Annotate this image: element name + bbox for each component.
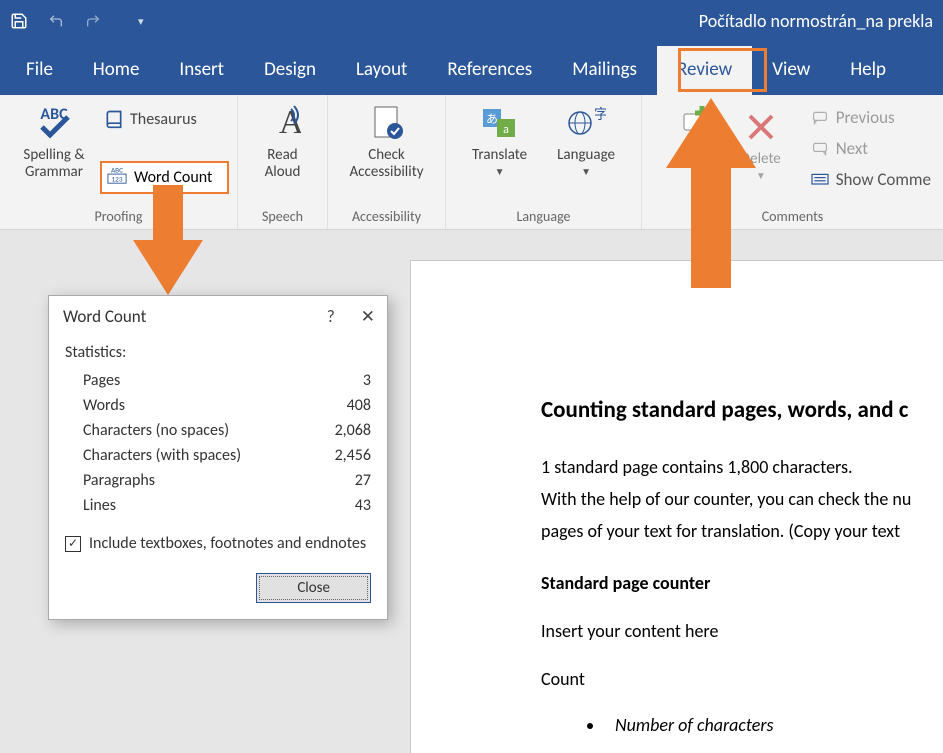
checkbox-label: Include textboxes, footnotes and endnote… <box>89 534 366 553</box>
spelling-grammar-icon: ABC <box>32 103 76 143</box>
undo-icon[interactable] <box>46 13 66 29</box>
qat-dropdown-icon[interactable]: ▾ <box>138 15 144 28</box>
group-comments-label: Comments <box>642 206 943 225</box>
doc-paragraph: 1 standard page contains 1,800 character… <box>541 454 943 480</box>
quick-access-toolbar: ▾ <box>10 12 144 30</box>
ribbon: ABC Spelling & Grammar Thesaurus ABC123 … <box>0 95 943 230</box>
tab-review[interactable]: Review <box>657 46 752 95</box>
stat-row-lines: Lines43 <box>65 493 371 518</box>
thesaurus-label: Thesaurus <box>130 110 197 129</box>
svg-text:a: a <box>503 123 509 137</box>
svg-text:あ: あ <box>486 112 498 127</box>
spelling-grammar-label: Spelling & Grammar <box>23 147 84 180</box>
previous-comment-button[interactable]: Previous <box>806 105 899 130</box>
show-comments-icon <box>810 172 830 188</box>
list-item: Number of characters <box>605 714 943 736</box>
tab-view[interactable]: View <box>752 46 830 95</box>
help-icon[interactable]: ? <box>327 306 335 327</box>
tab-mailings[interactable]: Mailings <box>552 46 657 95</box>
tab-insert[interactable]: Insert <box>159 46 244 95</box>
group-accessibility: Check Accessibility Accessibility <box>328 95 446 229</box>
delete-comment-button[interactable]: Delete ▼ <box>735 105 787 183</box>
delete-comment-label: Delete <box>741 151 781 168</box>
redo-icon[interactable] <box>84 13 102 29</box>
group-speech-label: Speech <box>246 206 319 225</box>
stat-row-pages: Pages3 <box>65 368 371 393</box>
group-speech: A Read Aloud Speech <box>238 95 328 229</box>
doc-paragraph: Count <box>541 666 943 692</box>
chevron-down-icon: ▼ <box>756 170 766 181</box>
group-accessibility-label: Accessibility <box>336 206 437 225</box>
read-aloud-button[interactable]: A Read Aloud <box>259 101 307 182</box>
delete-comment-icon <box>744 107 778 147</box>
check-accessibility-icon <box>369 103 405 143</box>
language-label: Language <box>557 147 615 164</box>
doc-list: Number of characters Number of character… <box>541 714 943 753</box>
spelling-grammar-button[interactable]: ABC Spelling & Grammar <box>17 101 90 182</box>
include-textboxes-checkbox[interactable]: ✓ Include textboxes, footnotes and endno… <box>65 534 371 553</box>
dialog-title: Word Count <box>63 306 146 327</box>
word-count-dialog: Word Count ? ✕ Statistics: Pages3 Words4… <box>48 295 388 620</box>
stat-row-paragraphs: Paragraphs27 <box>65 468 371 493</box>
chevron-down-icon: ▼ <box>495 166 505 177</box>
tab-design[interactable]: Design <box>244 46 336 95</box>
word-count-button[interactable]: ABC123 Word Count <box>100 161 229 194</box>
translate-icon: あa <box>480 103 520 143</box>
read-aloud-label: Read Aloud <box>265 147 301 180</box>
doc-paragraph: With the help of our counter, you can ch… <box>541 486 943 512</box>
close-icon[interactable]: ✕ <box>361 306 375 327</box>
document-page[interactable]: Counting standard pages, words, and c 1 … <box>410 260 943 753</box>
statistics-label: Statistics: <box>65 343 371 362</box>
document-title: Počítadlo normostrán_na prekla <box>699 10 933 32</box>
doc-subheading: Standard page counter <box>541 570 943 596</box>
translate-label: Translate <box>472 147 527 164</box>
next-comment-icon <box>810 141 830 157</box>
chevron-down-icon: ▼ <box>581 166 591 177</box>
svg-text:A: A <box>279 104 301 141</box>
tab-help[interactable]: Help <box>830 46 906 95</box>
svg-text:123: 123 <box>111 174 122 183</box>
language-button[interactable]: 字 Language ▼ <box>551 101 621 179</box>
group-language-label: Language <box>454 206 633 225</box>
stat-row-chars-with-spaces: Characters (with spaces)2,456 <box>65 443 371 468</box>
check-accessibility-label: Check Accessibility <box>349 147 423 180</box>
close-button[interactable]: Close <box>256 573 371 603</box>
group-language: あa Translate ▼ 字 Language ▼ Language <box>446 95 642 229</box>
svg-text:ABC: ABC <box>111 165 123 174</box>
checkbox-icon: ✓ <box>65 536 81 552</box>
show-comments-button[interactable]: Show Comme <box>806 167 935 192</box>
save-icon[interactable] <box>10 12 28 30</box>
doc-paragraph: pages of your text for translation. (Cop… <box>541 518 943 544</box>
next-comment-label: Next <box>836 138 868 159</box>
translate-button[interactable]: あa Translate ▼ <box>466 101 533 179</box>
show-comments-label: Show Comme <box>836 169 931 190</box>
ribbon-tabs: File Home Insert Design Layout Reference… <box>0 42 943 95</box>
stat-row-words: Words408 <box>65 393 371 418</box>
read-aloud-icon: A <box>265 103 301 143</box>
group-proofing-label: Proofing <box>0 206 237 225</box>
tab-file[interactable]: File <box>6 46 73 95</box>
tab-home[interactable]: Home <box>73 46 160 95</box>
language-icon: 字 <box>566 103 606 143</box>
check-accessibility-button[interactable]: Check Accessibility <box>343 101 429 182</box>
new-comment-icon[interactable] <box>678 104 714 143</box>
doc-heading: Counting standard pages, words, and c <box>541 396 943 426</box>
title-bar: ▾ Počítadlo normostrán_na prekla <box>0 0 943 42</box>
dialog-titlebar[interactable]: Word Count ? ✕ <box>49 296 387 337</box>
word-count-label: Word Count <box>134 168 212 187</box>
svg-text:字: 字 <box>594 106 606 123</box>
doc-paragraph: Insert your content here <box>541 618 943 644</box>
tab-layout[interactable]: Layout <box>336 46 427 95</box>
thesaurus-button[interactable]: Thesaurus <box>100 107 229 131</box>
stat-row-chars-no-spaces: Characters (no spaces)2,068 <box>65 418 371 443</box>
group-proofing: ABC Spelling & Grammar Thesaurus ABC123 … <box>0 95 238 229</box>
previous-comment-label: Previous <box>836 107 895 128</box>
tab-references[interactable]: References <box>427 46 552 95</box>
next-comment-button[interactable]: Next <box>806 136 872 161</box>
thesaurus-icon <box>104 109 124 129</box>
word-count-icon: ABC123 <box>106 165 128 190</box>
previous-comment-icon <box>810 110 830 126</box>
